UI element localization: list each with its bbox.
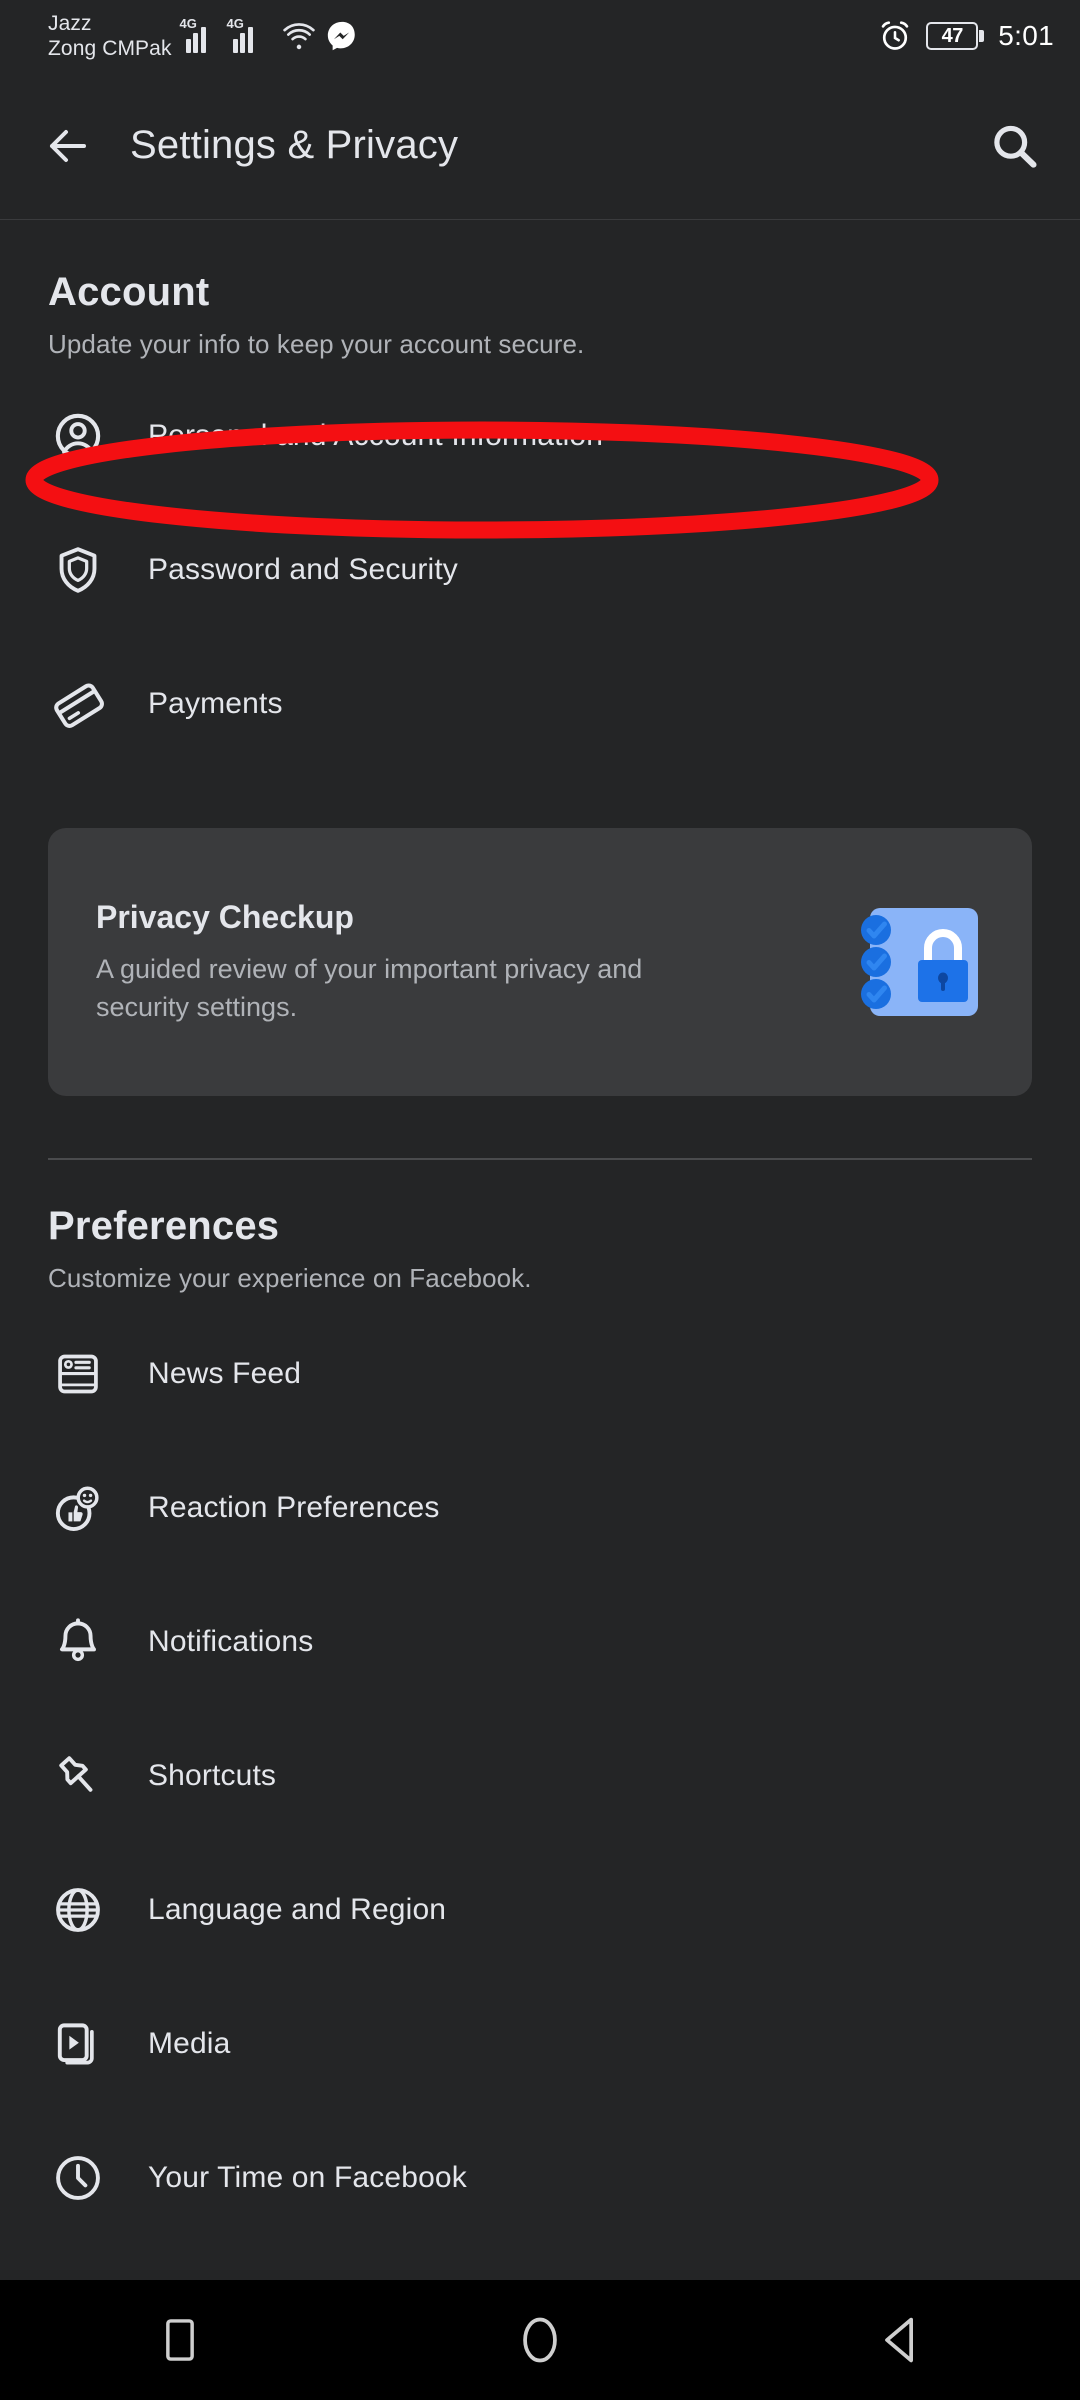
privacy-checkup-card[interactable]: Privacy Checkup A guided review of your … [48, 828, 1032, 1096]
privacy-checkup-text: Privacy Checkup A guided review of your … [96, 899, 844, 1026]
privacy-checkup-description: A guided review of your important privac… [96, 953, 643, 1022]
page-title: Settings & Privacy [130, 123, 459, 167]
settings-row-notifications[interactable]: Notifications [0, 1598, 1080, 1686]
settings-row-label: Media [148, 2027, 231, 2060]
wifi-icon [282, 23, 315, 50]
network-type-2-label: 4G [226, 16, 244, 31]
status-bar-right: 47 5:01 [878, 19, 1054, 53]
settings-row-label: Password and Security [148, 553, 458, 586]
app-header: Settings & Privacy [0, 72, 1080, 220]
settings-row-payments[interactable]: Payments [0, 660, 1080, 748]
settings-row-language-region[interactable]: Language and Region [0, 1866, 1080, 1954]
triangle-back-icon[interactable] [840, 2280, 960, 2400]
settings-row-label: Personal and Account Information [148, 419, 604, 452]
settings-row-media[interactable]: Media [0, 2000, 1080, 2088]
alarm-clock-icon [882, 21, 909, 50]
account-section-title: Account [48, 270, 210, 314]
network-type-1-label: 4G [179, 16, 197, 31]
carrier-names: Jazz Zong CMPak [48, 11, 172, 61]
battery-percent-label: 47 [941, 24, 964, 47]
preferences-section-subtitle: Customize your experience on Facebook. [48, 1263, 532, 1293]
settings-content: Account Update your info to keep your ac… [0, 220, 1080, 2280]
search-icon[interactable] [988, 120, 1040, 172]
android-navigation-bar [0, 2280, 1080, 2400]
settings-row-label: News Feed [148, 1357, 302, 1390]
privacy-checkup-title: Privacy Checkup [96, 898, 354, 935]
settings-row-news-feed[interactable]: News Feed [0, 1330, 1080, 1418]
phone-screen: Jazz Zong CMPak 4G 4G 47 5:01 Settings &… [0, 0, 1080, 2400]
status-bar: Jazz Zong CMPak 4G 4G 47 5:01 [0, 0, 1080, 72]
settings-row-your-time-on-facebook[interactable]: Your Time on Facebook [0, 2134, 1080, 2222]
status-bar-icons: 4G 4G [180, 16, 359, 53]
settings-row-personal-account-info[interactable]: Personal and Account Information [0, 392, 1080, 480]
settings-row-label: Language and Region [148, 1893, 447, 1926]
status-bar-clock: 5:01 [998, 20, 1054, 51]
section-divider [48, 1158, 1032, 1160]
pushpin-icon [48, 1746, 108, 1806]
settings-row-label: Your Time on Facebook [148, 2161, 467, 2194]
shield-icon [48, 540, 108, 600]
padlock-checklist-illustration [844, 898, 984, 1026]
settings-row-label: Reaction Preferences [148, 1491, 440, 1524]
media-play-icon [48, 2014, 108, 2074]
reaction-thumbsup-icon [48, 1478, 108, 1538]
circle-home-icon[interactable] [480, 2280, 600, 2400]
battery-icon: 47 [926, 22, 985, 50]
account-section-subtitle: Update your info to keep your account se… [48, 329, 585, 359]
bell-icon [48, 1612, 108, 1672]
credit-card-icon [48, 674, 108, 734]
globe-icon [48, 1880, 108, 1940]
signal-bars-2-icon: 4G [227, 16, 273, 53]
news-feed-icon [48, 1344, 108, 1404]
settings-row-reaction-preferences[interactable]: Reaction Preferences [0, 1464, 1080, 1552]
settings-row-label: Notifications [148, 1625, 314, 1658]
signal-bars-1-icon: 4G [180, 16, 226, 53]
carrier-1: Jazz [48, 12, 92, 35]
settings-row-password-security[interactable]: Password and Security [0, 526, 1080, 614]
person-circle-icon [48, 406, 108, 466]
preferences-section-title: Preferences [48, 1204, 280, 1248]
settings-row-label: Payments [148, 687, 283, 720]
carrier-2: Zong CMPak [48, 37, 172, 60]
clock-icon [48, 2148, 108, 2208]
settings-row-shortcuts[interactable]: Shortcuts [0, 1732, 1080, 1820]
back-arrow-icon[interactable] [40, 122, 96, 170]
messenger-icon [327, 21, 355, 51]
square-recents-icon[interactable] [120, 2280, 240, 2400]
settings-row-label: Shortcuts [148, 1759, 277, 1792]
